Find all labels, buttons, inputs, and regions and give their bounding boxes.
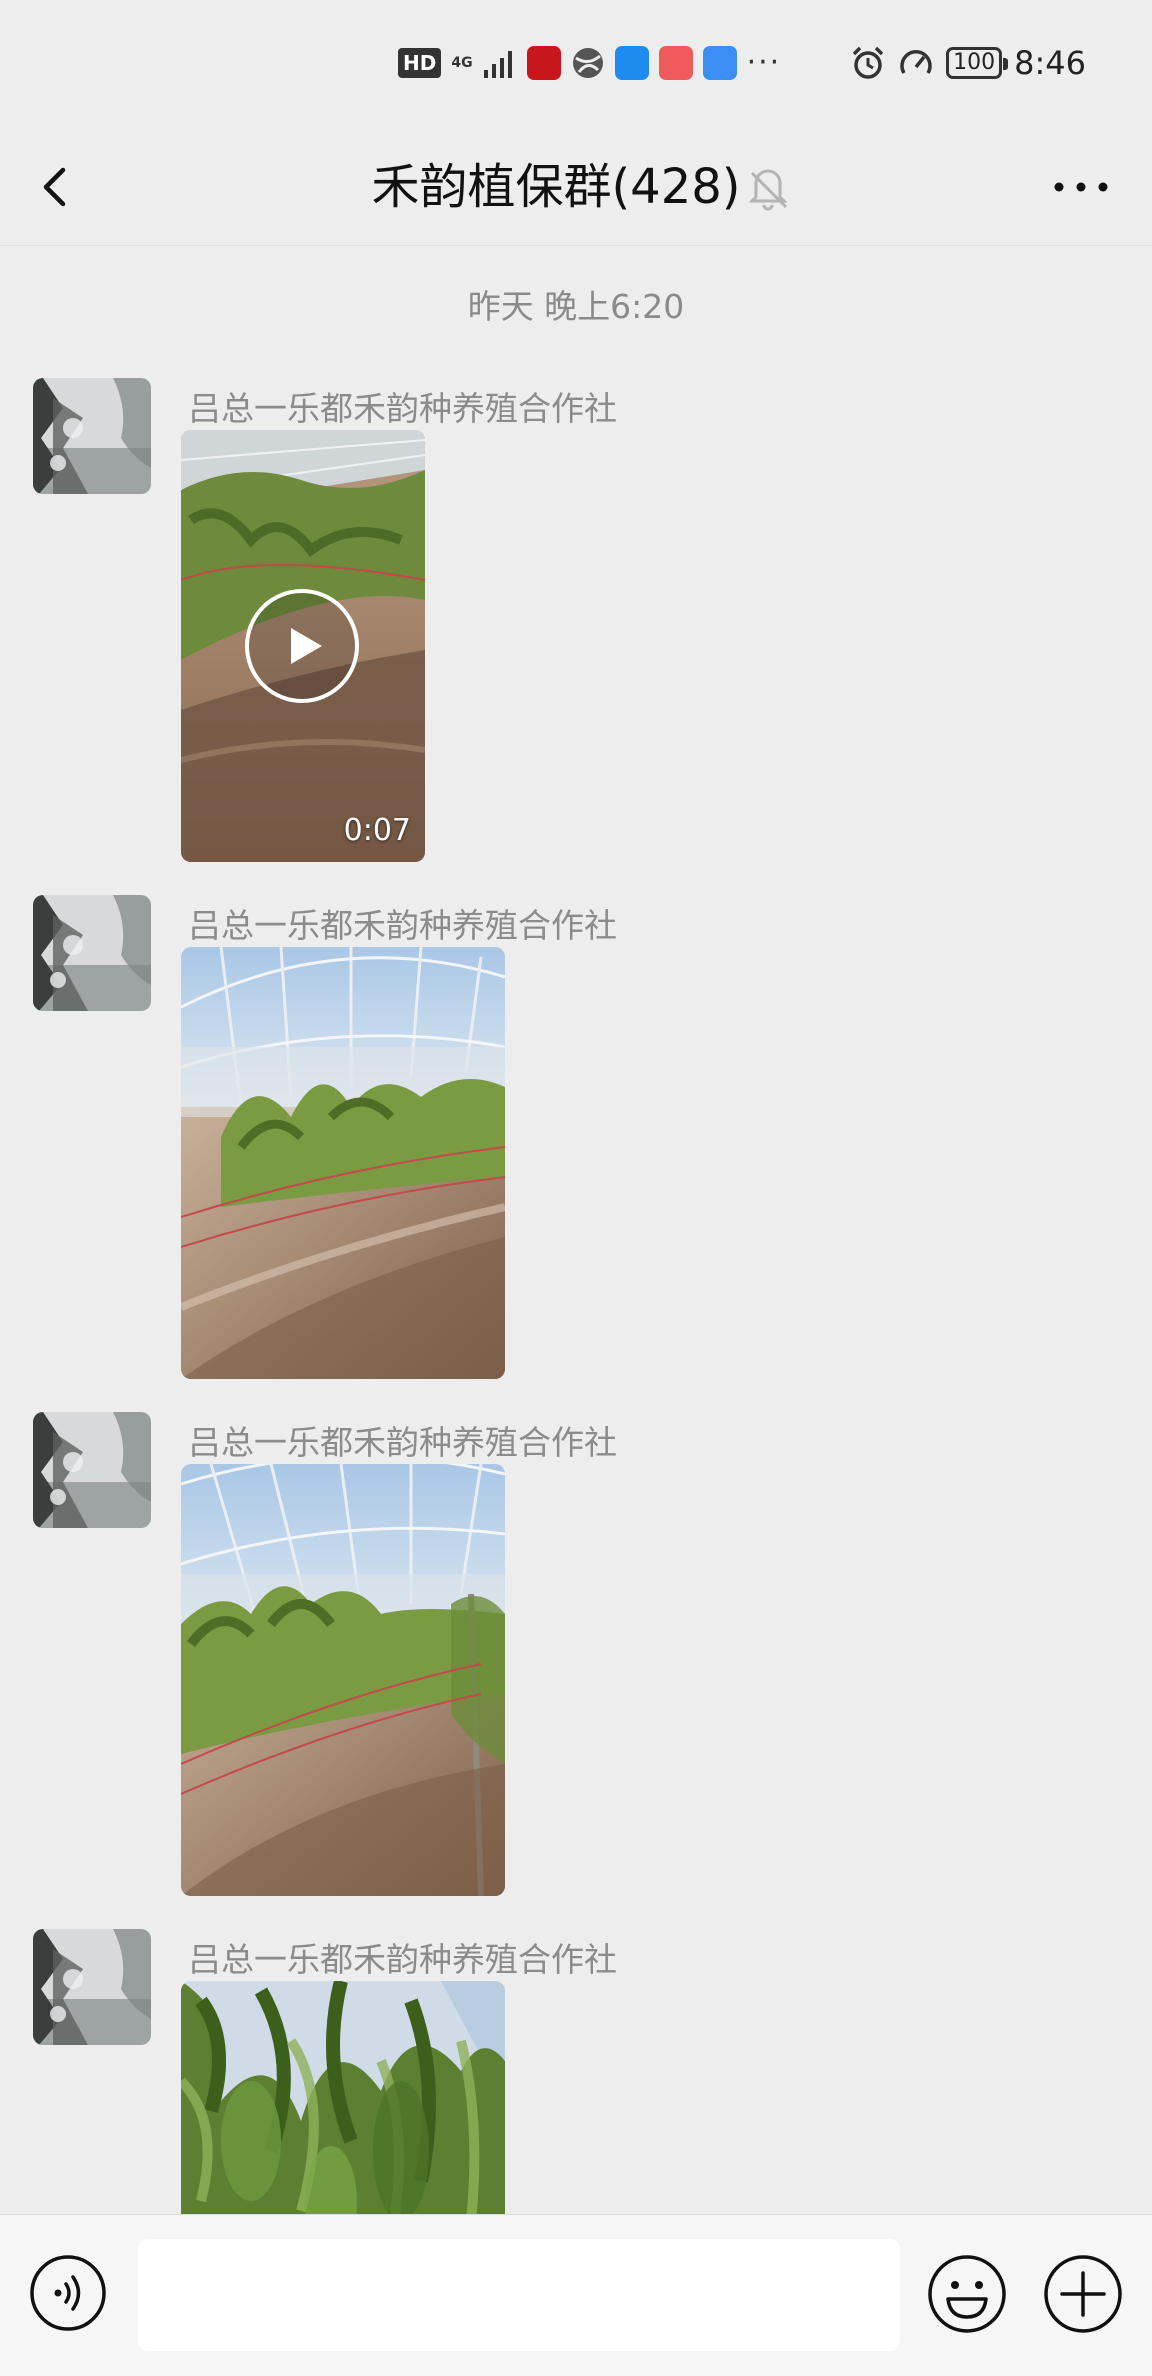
status-right: 100 8:46 — [850, 44, 1086, 82]
avatar[interactable] — [33, 1412, 151, 1528]
sender-name: 吕总一乐都禾韵种养殖合作社 — [188, 1423, 617, 1462]
sender-name: 吕总一乐都禾韵种养殖合作社 — [188, 389, 617, 428]
hd-badge: HD — [398, 48, 442, 78]
image-message[interactable] — [181, 1464, 505, 1896]
chat-header: 禾韵植保群(428) — [0, 132, 1152, 246]
message-list[interactable]: 昨天 晚上6:20 吕总一乐都禾韵种养殖合作社 0:07 吕总一乐都禾韵种养殖合… — [0, 246, 1152, 2214]
video-message[interactable]: 0:07 — [181, 430, 425, 862]
emoji-icon[interactable] — [926, 2253, 1008, 2335]
plus-icon[interactable] — [1042, 2253, 1124, 2335]
speed-icon — [900, 50, 932, 74]
message-input[interactable] — [138, 2239, 900, 2351]
status-icons: HD 4G ··· — [398, 46, 781, 80]
more-dots-icon[interactable] — [1050, 152, 1112, 222]
play-icon[interactable] — [244, 588, 360, 704]
more-notifications-icon: ··· — [746, 45, 782, 80]
input-bar — [0, 2214, 1152, 2376]
alarm-icon — [852, 46, 884, 79]
cloud-app-icon — [702, 46, 737, 80]
video-duration: 0:07 — [343, 813, 411, 848]
avatar[interactable] — [33, 1929, 151, 2045]
app-notification-icon — [572, 48, 603, 78]
chat-title: 禾韵植保群(428) — [371, 159, 741, 215]
book-app-icon — [658, 46, 693, 80]
message-timestamp: 昨天 晚上6:20 — [467, 287, 685, 326]
network-label: 4G — [451, 55, 473, 71]
image-message[interactable] — [181, 1981, 505, 2214]
status-bar: HD 4G ··· 100 8:46 — [0, 0, 1152, 132]
avatar[interactable] — [33, 378, 151, 494]
clock: 8:46 — [1014, 44, 1086, 82]
weather-app-icon — [614, 46, 649, 80]
app-notification-icon — [526, 46, 561, 80]
voice-icon[interactable] — [28, 2253, 108, 2333]
sender-name: 吕总一乐都禾韵种养殖合作社 — [188, 906, 617, 945]
image-message[interactable] — [181, 947, 505, 1379]
battery-indicator: 100 — [946, 47, 1009, 79]
avatar[interactable] — [33, 895, 151, 1011]
sender-name: 吕总一乐都禾韵种养殖合作社 — [188, 1940, 617, 1979]
signal-icon — [483, 51, 512, 78]
bell-off-icon — [748, 169, 788, 211]
